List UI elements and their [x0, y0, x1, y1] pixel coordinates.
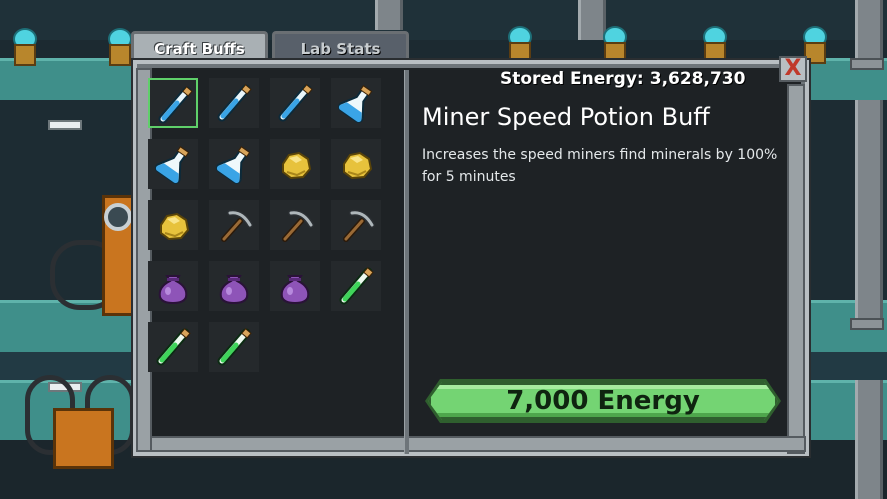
miner-sprite: [105, 28, 132, 66]
tab-lab-stats[interactable]: Lab Stats: [272, 31, 409, 61]
gold-nugget-icon: [282, 151, 312, 180]
buff-slot[interactable]: [209, 78, 259, 128]
lab-machine: [40, 195, 138, 316]
buff-slot[interactable]: [270, 78, 320, 128]
buff-slot[interactable]: [331, 78, 381, 128]
buff-slot[interactable]: [148, 200, 198, 250]
stored-energy-readout: Stored Energy: 3,628,730: [500, 69, 780, 93]
panel-frame-bottom: [136, 436, 806, 452]
purple-bag-icon: [280, 275, 310, 305]
miner-sprite: [10, 28, 37, 66]
stored-energy-value: 3,628,730: [649, 69, 746, 89]
pickaxe-icon: [282, 209, 314, 242]
pickaxe-icon: [343, 209, 375, 242]
buff-slot[interactable]: [148, 261, 198, 311]
miner-sprite: [505, 26, 532, 64]
panel-frame-right: [787, 84, 805, 454]
buff-slot[interactable]: [148, 139, 198, 189]
craft-energy-button[interactable]: 7,000 Energy: [428, 382, 778, 420]
blue-vial-icon: [217, 84, 252, 122]
ceiling-lamp: [48, 120, 82, 130]
miner-sprite: [800, 26, 827, 64]
buff-slot[interactable]: [209, 261, 259, 311]
panel-divider: [404, 70, 409, 454]
blue-vial-icon: [158, 86, 193, 124]
buff-slot[interactable]: [148, 78, 198, 128]
buff-slot[interactable]: [209, 139, 259, 189]
tab-craft-buffs[interactable]: Craft Buffs: [131, 31, 268, 61]
blue-flask-icon: [338, 85, 373, 123]
green-vial-icon: [339, 267, 374, 305]
purple-bag-icon: [219, 275, 249, 305]
miner-sprite: [600, 26, 627, 64]
buff-description: Increases the speed miners find minerals…: [422, 147, 778, 185]
buff-slot[interactable]: [331, 139, 381, 189]
purple-bag-icon: [158, 275, 188, 305]
buff-slot[interactable]: [209, 200, 259, 250]
buff-slot[interactable]: [331, 200, 381, 250]
blue-vial-icon: [278, 84, 313, 122]
gold-nugget-icon: [160, 212, 190, 241]
stored-energy-label: Stored Energy:: [500, 69, 644, 89]
blue-flask-icon: [216, 146, 251, 184]
buff-slot[interactable]: [331, 261, 381, 311]
buff-slot[interactable]: [270, 139, 320, 189]
buff-title: Miner Speed Potion Buff: [422, 103, 710, 131]
buff-slot[interactable]: [270, 200, 320, 250]
buff-slot[interactable]: [209, 322, 259, 372]
green-vial-icon: [156, 328, 191, 366]
green-vial-icon: [217, 328, 252, 366]
blue-flask-icon: [155, 146, 190, 184]
lab-machine-lower: [25, 370, 135, 469]
pickaxe-icon: [221, 209, 253, 242]
close-button[interactable]: X: [779, 56, 807, 82]
miner-sprite: [700, 26, 727, 64]
gold-nugget-icon: [343, 151, 373, 180]
buff-slot[interactable]: [148, 322, 198, 372]
buff-slot[interactable]: [270, 261, 320, 311]
